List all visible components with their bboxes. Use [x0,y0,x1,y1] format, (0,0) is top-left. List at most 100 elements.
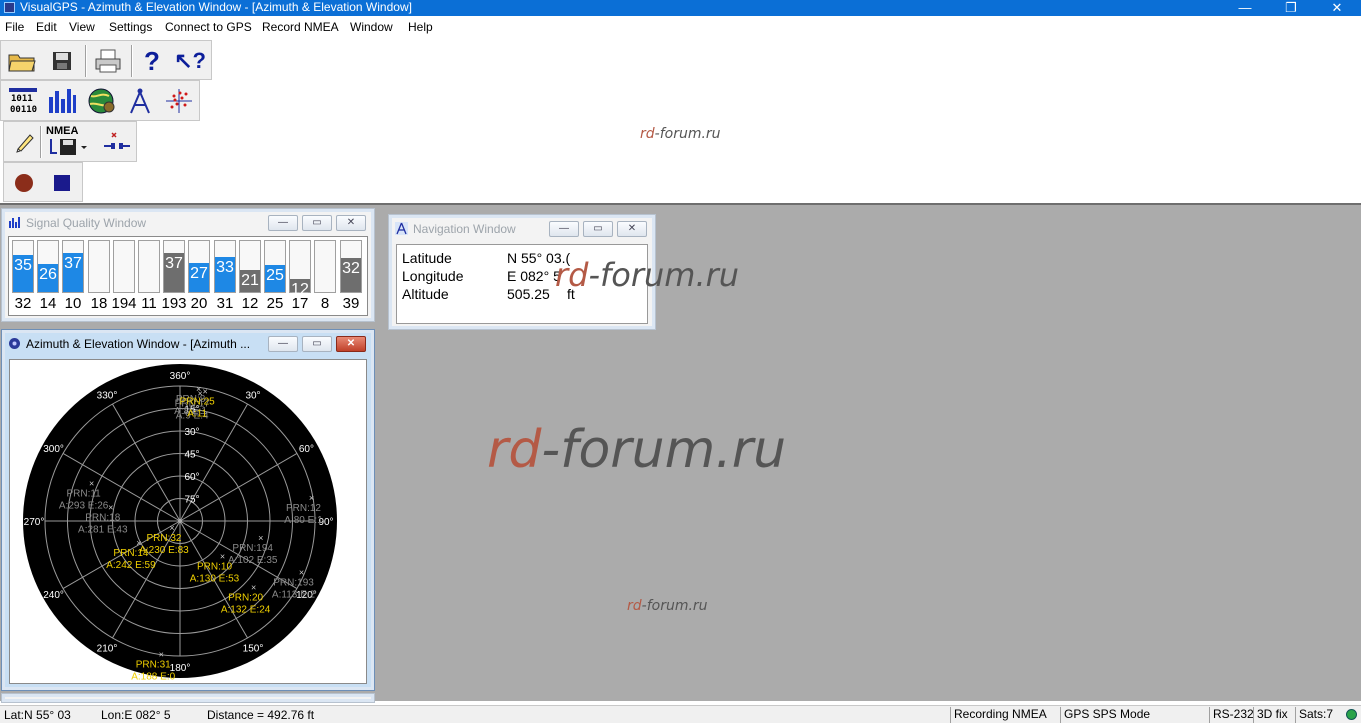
signal-bars-area: 35 32 26 14 37 10 18 194 11 37 193 27 20 33 31 21 12 25 25… [8,236,368,316]
menu-bar: File Edit View Settings Connect to GPS R… [0,17,1361,38]
signal-snr-label: 32 [342,260,360,277]
menu-help[interactable]: Help [408,20,433,34]
signal-bar: 33 [214,240,236,293]
pen-icon[interactable] [8,125,42,159]
signal-bar-fill: 32 [341,258,361,292]
app-icon [4,2,15,13]
satellite-azel-label: A:132 E:24 [221,604,271,615]
signal-bar: 21 [239,240,261,293]
signal-bar: 35 [12,240,34,293]
elevation-label: 60° [184,472,199,483]
signal-prn-label: 193 [161,295,187,312]
satellite-prn-label: PRN:18 [85,513,120,524]
satellite-prn-label: PRN:31 [136,660,171,671]
elevation-label: 45° [184,449,199,460]
signal-prn-label: 39 [342,295,360,312]
help-icon[interactable]: ? [135,44,169,78]
print-icon[interactable] [91,44,125,78]
signal-maximize-button[interactable]: ▭ [302,215,332,231]
satellite-marker: × [136,538,141,548]
signal-prn-label: 12 [241,295,259,312]
satellite-azel-label: A:11 [187,408,207,419]
globe-icon[interactable] [84,84,118,118]
signal-window-title: Signal Quality Window [26,216,147,230]
signal-bar-fill: 25 [265,265,285,292]
nav-maximize-button[interactable]: ▭ [583,221,613,237]
altitude-unit: ft [567,286,575,302]
status-fix: 3D fix [1253,707,1294,723]
azel-window-titlebar[interactable]: Azimuth & Elevation Window - [Azimuth ..… [6,334,370,354]
signal-prn-label: 20 [190,295,208,312]
disconnect-icon[interactable] [100,125,134,159]
binary-data-icon[interactable]: 1011 00110 [6,84,40,118]
menu-edit[interactable]: Edit [36,20,57,34]
signal-bar: 27 [188,240,210,293]
signal-snr-label: 35 [14,257,32,274]
open-folder-icon[interactable] [5,44,39,78]
context-help-icon[interactable]: ↖? [173,44,207,78]
azel-maximize-button[interactable]: ▭ [302,336,332,352]
azimuth-label: 300° [43,444,64,455]
navigation-window-titlebar[interactable]: Navigation Window — ▭ ✕ [393,219,651,239]
toolbar-record [3,162,83,202]
nav-minimize-button[interactable]: — [549,221,579,237]
nmea-record-icon[interactable]: NMEA [44,125,96,159]
satellite-azel-label: A:281 E:43 [78,525,128,536]
nav-close-button[interactable]: ✕ [617,221,647,237]
save-icon[interactable] [45,44,79,78]
satellite-prn-label: PRN:193 [273,578,314,589]
altitude-value: 505.25 [507,286,550,302]
close-button[interactable]: ✕ [1314,0,1360,16]
scatter-plot-icon[interactable] [162,84,196,118]
signal-prn-label: 14 [39,295,57,312]
altitude-label: Altitude [402,286,449,302]
signal-snr-label: 27 [190,265,208,282]
record-icon[interactable] [7,166,41,200]
compass-icon[interactable] [123,84,157,118]
signal-prn-label: 11 [141,295,157,312]
signal-bar [113,240,135,293]
globe-icon [9,338,20,349]
azimuth-label: 30° [245,391,260,402]
status-distance: Distance = 492.76 ft [207,708,315,722]
maximize-button[interactable]: ❐ [1268,0,1314,16]
signal-bar: 32 [340,240,362,293]
signal-bar: 26 [37,240,59,293]
signal-snr-label: 21 [241,272,259,289]
azel-close-button[interactable]: ✕ [336,336,366,352]
status-bar: Lat:N 55° 03 Lon:E 082° 5 Distance = 492… [0,705,1361,723]
elevation-label: 75° [184,494,199,505]
menu-window[interactable]: Window [350,20,393,34]
signal-prn-label: 31 [216,295,234,312]
signal-snr-label: 37 [165,255,183,272]
signal-close-button[interactable]: ✕ [336,215,366,231]
signal-bar-fill: 21 [240,270,260,292]
azimuth-label: 270° [24,517,45,528]
zenith-point [178,519,182,523]
status-sats: Sats:7 [1295,707,1345,723]
menu-record-nmea[interactable]: Record NMEA [262,20,339,34]
status-latitude: Lat:N 55° 03 [4,708,71,722]
menu-connect-to-gps[interactable]: Connect to GPS [165,20,252,34]
signal-bar [138,240,160,293]
nmea-label: NMEA [46,125,79,137]
svg-text:1011: 1011 [11,94,33,104]
menu-settings[interactable]: Settings [109,20,152,34]
satellite-prn-label: PRN:11 [66,488,101,499]
latitude-label: Latitude [402,250,452,266]
signal-minimize-button[interactable]: — [268,215,298,231]
bar-chart-icon[interactable] [45,84,79,118]
signal-bar-fill: 27 [189,263,209,292]
satellite-marker: × [299,568,304,578]
signal-bar: 37 [62,240,84,293]
signal-snr-label: 26 [39,266,57,283]
signal-window-titlebar[interactable]: Signal Quality Window — ▭ ✕ [6,213,370,233]
signal-bar-fill: 26 [38,264,58,292]
satellite-marker: × [203,386,208,396]
azel-minimize-button[interactable]: — [268,336,298,352]
menu-file[interactable]: File [5,20,24,34]
minimize-button[interactable]: — [1222,0,1268,16]
stop-icon[interactable] [45,166,79,200]
menu-view[interactable]: View [69,20,95,34]
signal-prn-label: 25 [266,295,284,312]
